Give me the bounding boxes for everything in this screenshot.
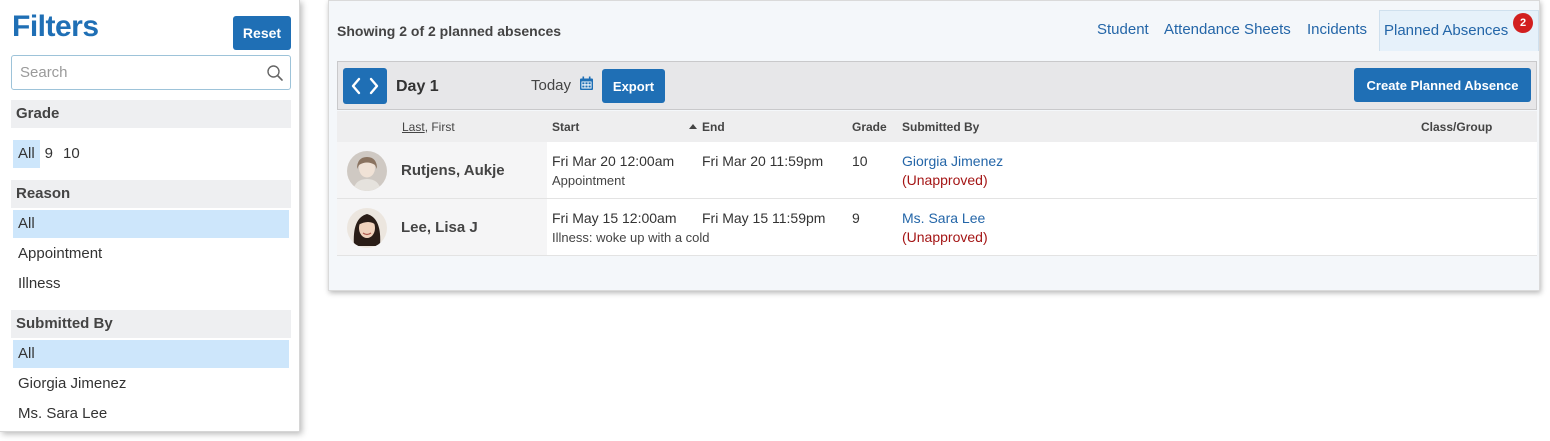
grade-option-9[interactable]: 9 [40, 140, 58, 168]
grade-option-all[interactable]: All [13, 140, 40, 168]
submitted-by-option-ms-sara-lee[interactable]: Ms. Sara Lee [13, 400, 289, 428]
search-input[interactable] [12, 56, 252, 89]
submitter-link[interactable]: Giorgia Jimenez [902, 153, 1003, 169]
start-time: Fri Mar 20 12:00am [552, 153, 675, 169]
search-box [11, 55, 291, 90]
reason-text: Illness: woke up with a cold [552, 230, 710, 245]
day-label: Day 1 [396, 78, 439, 95]
day-pager[interactable] [343, 68, 387, 104]
sort-ascending-icon [689, 124, 697, 129]
reason-heading: Reason [11, 180, 291, 208]
calendar-icon[interactable] [579, 76, 594, 91]
reason-option-all[interactable]: All [13, 210, 289, 238]
column-last[interactable]: Last [402, 120, 425, 134]
column-first[interactable]: , First [425, 120, 455, 134]
export-button[interactable]: Export [602, 69, 665, 103]
tab-student[interactable]: Student [1097, 21, 1149, 38]
reset-button[interactable]: Reset [233, 16, 291, 50]
column-class-group[interactable]: Class/Group [1421, 120, 1492, 134]
planned-absences-panel: Showing 2 of 2 planned absences Student … [328, 0, 1540, 291]
student-name[interactable]: Lee, Lisa J [401, 219, 478, 236]
search-icon[interactable] [266, 64, 284, 82]
approval-status: (Unapproved) [902, 229, 988, 245]
name-cell: Rutjens, Aukje [337, 142, 547, 198]
toolbar: Day 1 Today Export Create Planned Absenc… [337, 61, 1537, 110]
submitter-link[interactable]: Ms. Sara Lee [902, 210, 985, 226]
column-end[interactable]: End [702, 120, 725, 134]
column-start[interactable]: Start [552, 120, 579, 134]
submitted-by-heading: Submitted By [11, 310, 291, 338]
column-submitted-by[interactable]: Submitted By [902, 120, 979, 134]
grade-option-10[interactable]: 10 [58, 140, 85, 168]
student-name[interactable]: Rutjens, Aukje [401, 162, 505, 179]
planned-absences-count-badge: 2 [1513, 13, 1533, 33]
filters-panel: Filters Reset Grade All 9 10 Reason All … [0, 0, 300, 432]
grade-value: 9 [852, 210, 860, 226]
table-row[interactable]: Lee, Lisa J Fri May 15 12:00am Illness: … [337, 199, 1537, 256]
start-time: Fri May 15 12:00am [552, 210, 677, 226]
prev-next-chevrons-icon [351, 77, 379, 95]
table-row[interactable]: Rutjens, Aukje Fri Mar 20 12:00am Appoin… [337, 142, 1537, 199]
grade-options: All 9 10 [13, 140, 85, 168]
avatar [347, 151, 387, 191]
submitted-by-option-giorgia-jimenez[interactable]: Giorgia Jimenez [13, 370, 289, 398]
results-count: Showing 2 of 2 planned absences [337, 23, 562, 39]
name-cell: Lee, Lisa J [337, 199, 547, 255]
column-name[interactable]: Last, First [402, 120, 455, 134]
filters-title: Filters [12, 10, 99, 43]
reason-option-appointment[interactable]: Appointment [13, 240, 289, 268]
avatar [347, 208, 387, 248]
end-time: Fri May 15 11:59pm [702, 210, 826, 226]
table-header: Last, First Start End Grade Submitted By… [337, 111, 1537, 142]
create-planned-absence-button[interactable]: Create Planned Absence [1354, 68, 1531, 102]
tab-planned-absences-label: Planned Absences [1384, 22, 1509, 39]
tab-attendance-sheets[interactable]: Attendance Sheets [1164, 21, 1291, 38]
grade-value: 10 [852, 153, 868, 169]
approval-status: (Unapproved) [902, 172, 988, 188]
today-link[interactable]: Today [531, 77, 571, 94]
grade-heading: Grade [11, 100, 291, 128]
column-grade[interactable]: Grade [852, 120, 887, 134]
reason-option-illness[interactable]: Illness [13, 270, 289, 298]
tab-incidents[interactable]: Incidents [1307, 21, 1367, 38]
tab-planned-absences[interactable]: Planned Absences 2 [1379, 10, 1539, 51]
submitted-by-option-all[interactable]: All [13, 340, 289, 368]
reason-text: Appointment [552, 173, 625, 188]
end-time: Fri Mar 20 11:59pm [702, 153, 824, 169]
